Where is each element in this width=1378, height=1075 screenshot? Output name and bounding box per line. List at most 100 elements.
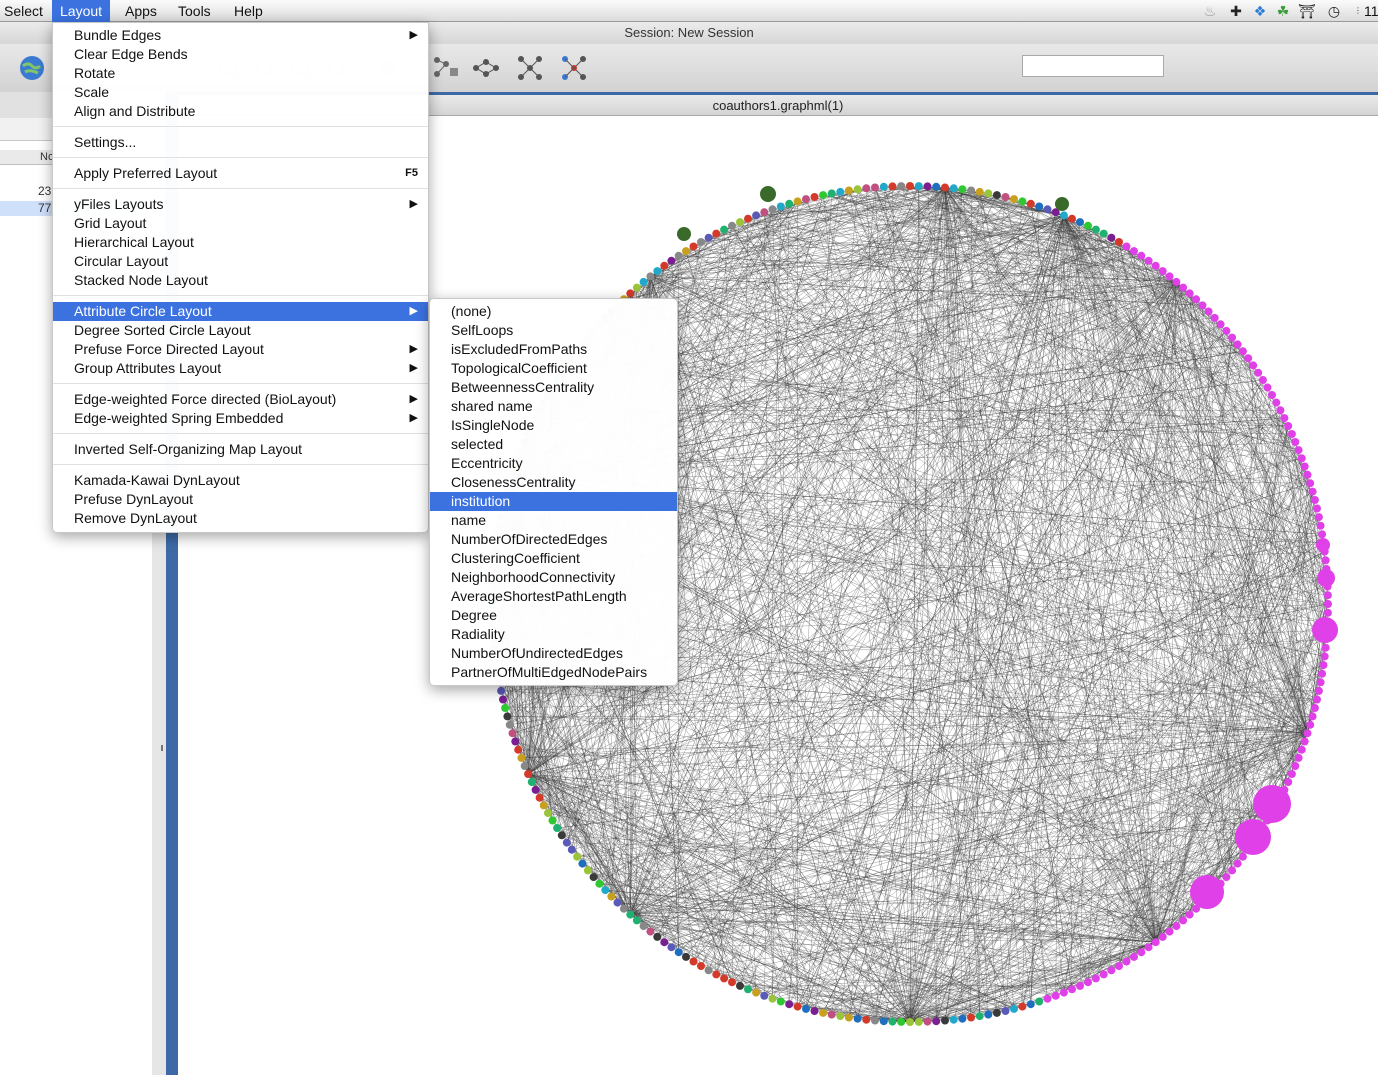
search-input[interactable] — [1022, 55, 1164, 77]
network-node[interactable] — [736, 218, 744, 227]
network-node[interactable] — [1287, 430, 1296, 438]
menu-help[interactable]: Help — [226, 0, 271, 22]
network-node[interactable] — [1308, 712, 1317, 721]
network-node[interactable] — [853, 1014, 862, 1023]
network-node[interactable] — [601, 886, 610, 895]
network-node[interactable] — [632, 916, 641, 925]
network-node[interactable] — [879, 1017, 888, 1026]
network-node[interactable] — [1165, 927, 1174, 936]
network-node[interactable] — [1316, 538, 1330, 552]
network-node[interactable] — [1018, 197, 1027, 206]
network-node[interactable] — [1144, 256, 1153, 265]
attribute-item-none[interactable]: (none) — [430, 302, 677, 321]
network-node[interactable] — [573, 852, 582, 861]
network-node[interactable] — [793, 1002, 802, 1011]
network-node[interactable] — [527, 778, 536, 786]
network-node[interactable] — [548, 816, 557, 825]
network-node[interactable] — [862, 1015, 871, 1024]
attribute-item-eccentricity[interactable]: Eccentricity — [430, 454, 677, 473]
attribute-item-numberofdirectededges[interactable]: NumberOfDirectedEdges — [430, 530, 677, 549]
network-node[interactable] — [1026, 1000, 1035, 1009]
attribute-item-clusteringcoefficient[interactable]: ClusteringCoefficient — [430, 549, 677, 568]
network-node[interactable] — [1316, 521, 1325, 530]
network-node[interactable] — [1314, 686, 1323, 695]
network-node[interactable] — [932, 1017, 941, 1026]
network-tree-icon[interactable] — [472, 54, 500, 82]
network-node[interactable] — [819, 1008, 828, 1017]
network-node[interactable] — [914, 1017, 923, 1026]
network-node[interactable] — [967, 1013, 976, 1022]
network-node[interactable] — [660, 261, 669, 270]
network-node[interactable] — [1318, 530, 1327, 539]
menu-item-hierarchical-layout[interactable]: Hierarchical Layout — [53, 233, 428, 252]
network-node[interactable] — [1130, 247, 1138, 256]
network-node[interactable] — [844, 1013, 853, 1022]
evernote-icon[interactable]: ☘ — [1275, 3, 1291, 19]
network-node[interactable] — [975, 1012, 984, 1021]
network-node[interactable] — [958, 1014, 967, 1023]
network-node[interactable] — [768, 205, 777, 214]
menu-item-grid-layout[interactable]: Grid Layout — [53, 214, 428, 233]
network-node[interactable] — [1228, 333, 1237, 342]
network-node[interactable] — [1319, 661, 1328, 670]
network-node[interactable] — [776, 997, 785, 1006]
network-node[interactable] — [760, 208, 769, 217]
menu-item-prefuse-force-directed-layout[interactable]: Prefuse Force Directed Layout ▶ — [53, 340, 428, 359]
network-node[interactable] — [1291, 762, 1300, 770]
bank-icon[interactable]: ⛩ — [1298, 3, 1316, 19]
attribute-item-name[interactable]: name — [430, 511, 677, 530]
network-node[interactable] — [785, 1000, 794, 1009]
network-node[interactable] — [844, 186, 853, 195]
network-node[interactable] — [1321, 643, 1330, 652]
network-node[interactable] — [871, 1016, 879, 1025]
network-node[interactable] — [941, 1016, 949, 1025]
network-node[interactable] — [720, 974, 729, 983]
network-node[interactable] — [704, 233, 713, 242]
bell-icon[interactable]: ♨ — [1202, 3, 1218, 19]
network-node[interactable] — [1222, 326, 1231, 335]
network-node[interactable] — [557, 831, 566, 840]
network-node[interactable] — [819, 191, 828, 200]
network-node[interactable] — [1099, 970, 1108, 979]
network-node[interactable] — [682, 952, 690, 961]
network-node[interactable] — [1318, 669, 1327, 678]
network-node[interactable] — [1324, 600, 1332, 608]
network-node[interactable] — [578, 859, 587, 868]
network-node[interactable] — [674, 948, 683, 957]
attribute-item-betweennesscentrality[interactable]: BetweennessCentrality — [430, 378, 677, 397]
network-node[interactable] — [1158, 267, 1167, 276]
menu-item-apply-preferred-layout[interactable]: Apply Preferred Layout F5 — [53, 164, 428, 183]
network-node[interactable] — [689, 957, 698, 966]
network-grid-icon[interactable] — [516, 54, 544, 82]
network-node[interactable] — [1306, 720, 1315, 729]
network-node[interactable] — [677, 227, 691, 241]
network-node[interactable] — [802, 195, 810, 204]
network-node[interactable] — [1115, 962, 1123, 970]
network-node[interactable] — [810, 1007, 819, 1015]
network-node[interactable] — [1055, 197, 1069, 211]
network-node[interactable] — [1043, 205, 1052, 214]
network-node[interactable] — [827, 1010, 836, 1019]
network-node[interactable] — [1253, 785, 1291, 823]
menu-item-align-and-distribute[interactable]: Align and Distribute — [53, 102, 428, 121]
network-node[interactable] — [923, 182, 932, 191]
menu-item-scale[interactable]: Scale — [53, 83, 428, 102]
network-node[interactable] — [992, 1008, 1001, 1017]
network-node[interactable] — [958, 185, 967, 194]
network-node[interactable] — [501, 704, 510, 712]
network-node[interactable] — [517, 753, 526, 762]
network-node[interactable] — [760, 991, 769, 1000]
network-node[interactable] — [1323, 608, 1332, 617]
network-node[interactable] — [531, 785, 540, 794]
network-node[interactable] — [639, 277, 648, 286]
table-cell[interactable]: 23 — [38, 184, 51, 198]
network-node[interactable] — [1165, 272, 1174, 281]
network-node[interactable] — [583, 866, 592, 875]
dropbox-icon[interactable]: ❖ — [1252, 3, 1268, 19]
network-node[interactable] — [744, 985, 752, 994]
network-node[interactable] — [1320, 652, 1329, 661]
network-node[interactable] — [1310, 704, 1319, 712]
network-node[interactable] — [1210, 313, 1219, 322]
network-node[interactable] — [871, 183, 879, 192]
network-node[interactable] — [712, 229, 721, 238]
